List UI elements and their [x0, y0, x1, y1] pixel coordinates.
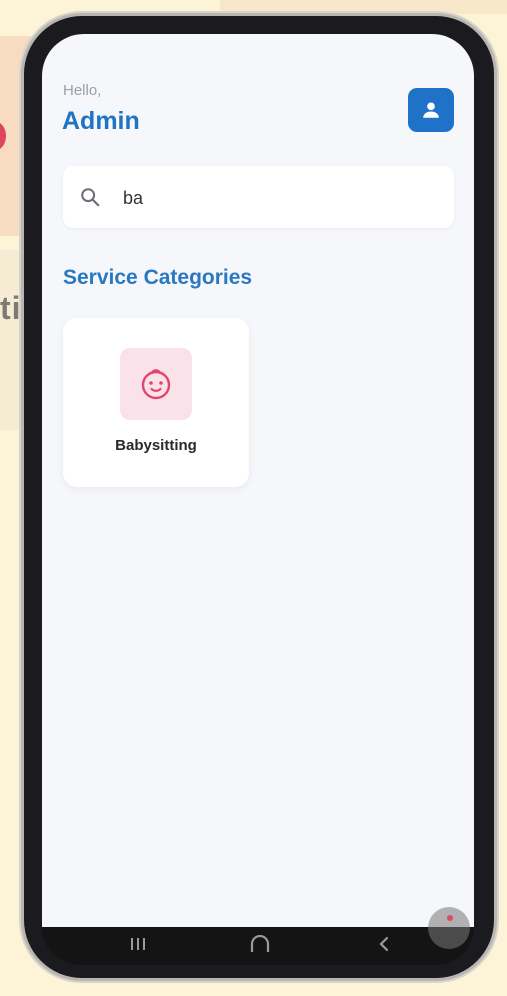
category-icon-box — [120, 348, 192, 420]
recents-icon — [131, 938, 145, 950]
greeting-text: Hello, — [63, 82, 102, 99]
baby-face-icon — [141, 369, 171, 400]
floating-action-button[interactable] — [428, 907, 470, 949]
back-button[interactable] — [364, 933, 404, 955]
app-screen: Hello, Admin Service Categories — [42, 34, 474, 927]
recents-button[interactable] — [118, 933, 158, 955]
person-icon — [423, 102, 439, 118]
notification-dot — [447, 915, 453, 921]
user-name: Admin — [62, 107, 140, 135]
category-card-babysitting[interactable]: Babysitting — [63, 318, 249, 487]
search-input[interactable] — [121, 184, 425, 212]
home-icon — [250, 935, 270, 952]
profile-button[interactable] — [408, 88, 454, 132]
category-label: Babysitting — [115, 437, 197, 454]
background-text: ti — [0, 290, 22, 326]
system-navigation-bar — [42, 927, 474, 965]
back-icon — [379, 936, 389, 952]
background-strip — [220, 0, 507, 14]
section-title: Service Categories — [63, 266, 253, 289]
search-icon — [81, 188, 100, 207]
home-button[interactable] — [240, 933, 280, 955]
phone-frame: Hello, Admin Service Categories — [24, 16, 494, 978]
search-bar[interactable] — [63, 166, 454, 228]
